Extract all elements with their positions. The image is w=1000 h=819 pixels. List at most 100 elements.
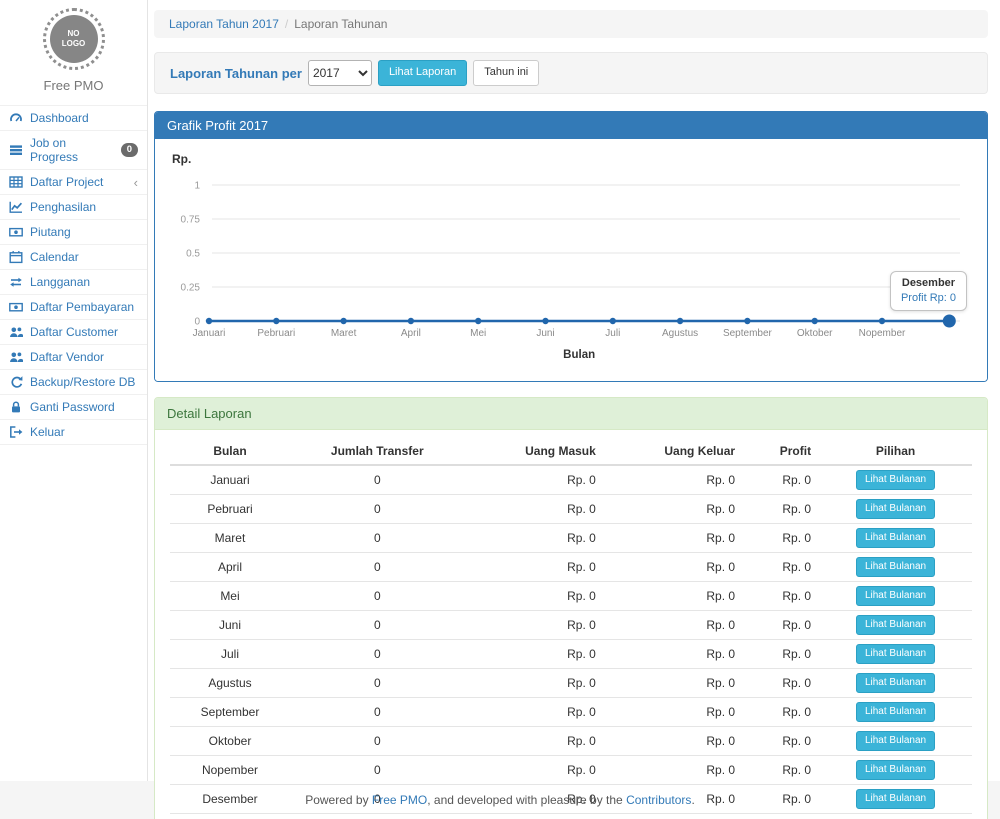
lihat-bulanan-button[interactable]: Lihat Bulanan xyxy=(856,615,935,635)
cell-uang_keluar: Rp. 0 xyxy=(604,814,743,819)
sidebar-item-backup-restore-db[interactable]: Backup/Restore DB xyxy=(0,370,147,395)
data-point-desember[interactable] xyxy=(943,315,956,328)
cell-profit: Rp. 0 xyxy=(743,582,819,611)
sidebar-item-piutang[interactable]: Piutang xyxy=(0,220,147,245)
cell-uang_masuk: Rp. 0 xyxy=(465,524,604,553)
cell-bulan: Oktober xyxy=(170,727,290,756)
data-point-oktober[interactable] xyxy=(812,318,818,324)
sidebar-item-label: Backup/Restore DB xyxy=(30,375,135,389)
cell-uang_keluar: Rp. 0 xyxy=(604,640,743,669)
cell-pilihan: Lihat Bulanan xyxy=(819,582,972,611)
sidebar-item-label: Daftar Customer xyxy=(30,325,118,339)
sidebar-item-label: Ganti Password xyxy=(30,400,115,414)
cell-uang_keluar: Rp. 0 xyxy=(604,582,743,611)
sidebar-item-daftar-vendor[interactable]: Daftar Vendor xyxy=(0,345,147,370)
cell-bulan: Juni xyxy=(170,611,290,640)
lihat-bulanan-button[interactable]: Lihat Bulanan xyxy=(856,760,935,780)
sidebar-menu-row: Ganti Password xyxy=(0,395,147,420)
sidebar-item-label: Langganan xyxy=(30,275,90,289)
lihat-bulanan-button[interactable]: Lihat Bulanan xyxy=(856,673,935,693)
cell-profit: Rp. 0 xyxy=(743,465,819,495)
sidebar-menu-row: Dashboard xyxy=(0,106,147,131)
data-point-agustus[interactable] xyxy=(677,318,683,324)
dashboard-icon xyxy=(9,111,23,125)
profit-chart-panel: Grafik Profit 2017 00.250.50.751JanuariP… xyxy=(154,111,988,382)
cell-jumlah_transfer: 0 xyxy=(290,465,465,495)
cell-jumlah_transfer: 0 xyxy=(290,611,465,640)
footer-text-middle: , and developed with pleasure by the xyxy=(427,793,626,807)
year-select[interactable]: 2017 xyxy=(308,60,372,86)
cell-profit: Rp. 0 xyxy=(743,727,819,756)
cell-pilihan: Lihat Bulanan xyxy=(819,495,972,524)
contributors-link[interactable]: Contributors xyxy=(626,793,691,807)
sidebar-item-langganan[interactable]: Langganan xyxy=(0,270,147,295)
data-point-mei[interactable] xyxy=(475,318,481,324)
cell-uang_masuk: Rp. 0 xyxy=(465,669,604,698)
cell-profit: Rp. 0 xyxy=(743,553,819,582)
data-point-juli[interactable] xyxy=(610,318,616,324)
lihat-bulanan-button[interactable]: Lihat Bulanan xyxy=(856,702,935,722)
sidebar-item-daftar-pembayaran[interactable]: Daftar Pembayaran xyxy=(0,295,147,320)
cell-profit: Rp. 0 xyxy=(743,756,819,785)
cell-bulan: Mei xyxy=(170,582,290,611)
page: NO LOGO Free PMO DashboardJob on Progres… xyxy=(0,0,1000,781)
sidebar-menu-row: Calendar xyxy=(0,245,147,270)
tahun-ini-button[interactable]: Tahun ini xyxy=(473,60,539,85)
x-tick-label: Januari xyxy=(193,328,226,339)
x-tick-label: Juni xyxy=(536,328,554,339)
table-row-oktober: Oktober0Rp. 0Rp. 0Rp. 0Lihat Bulanan xyxy=(170,727,972,756)
sidebar-item-daftar-customer[interactable]: Daftar Customer xyxy=(0,320,147,345)
cell-bulan: Juli xyxy=(170,640,290,669)
lihat-bulanan-button[interactable]: Lihat Bulanan xyxy=(856,731,935,751)
money-icon xyxy=(9,300,23,314)
cell-pilihan xyxy=(819,814,972,819)
sidebar-item-label: Penghasilan xyxy=(30,200,96,214)
sidebar-item-calendar[interactable]: Calendar xyxy=(0,245,147,270)
sidebar-item-dashboard[interactable]: Dashboard xyxy=(0,106,147,131)
sidebar-menu-row: Daftar Customer xyxy=(0,320,147,345)
cell-profit: Rp. 0 xyxy=(743,814,819,819)
sidebar-menu-row: Daftar Pembayaran xyxy=(0,295,147,320)
cell-uang_masuk: Rp. 0 xyxy=(465,814,604,819)
lihat-bulanan-button[interactable]: Lihat Bulanan xyxy=(856,644,935,664)
lihat-bulanan-button[interactable]: Lihat Bulanan xyxy=(856,557,935,577)
sidebar-item-ganti-password[interactable]: Ganti Password xyxy=(0,395,147,420)
data-point-september[interactable] xyxy=(744,318,750,324)
breadcrumb-separator: / xyxy=(285,17,288,31)
sidebar-item-daftar-project[interactable]: Daftar Project‹ xyxy=(0,170,147,195)
lihat-bulanan-button[interactable]: Lihat Bulanan xyxy=(856,499,935,519)
brand-block: NO LOGO Free PMO xyxy=(0,0,147,105)
col-header-uang-keluar: Uang Keluar xyxy=(604,438,743,465)
data-point-nopember[interactable] xyxy=(879,318,885,324)
sidebar-menu-row: Penghasilan xyxy=(0,195,147,220)
breadcrumb-link[interactable]: Laporan Tahun 2017 xyxy=(169,17,279,31)
cell-profit: Rp. 0 xyxy=(743,495,819,524)
breadcrumb-current: Laporan Tahunan xyxy=(294,17,387,31)
lihat-bulanan-button[interactable]: Lihat Bulanan xyxy=(856,528,935,548)
col-header-pilihan: Pilihan xyxy=(819,438,972,465)
data-point-pebruari[interactable] xyxy=(273,318,279,324)
lihat-bulanan-button[interactable]: Lihat Bulanan xyxy=(856,470,935,490)
cell-jumlah_transfer: 0 xyxy=(290,553,465,582)
free-pmo-link[interactable]: Free PMO xyxy=(372,793,427,807)
sidebar-menu-row: Backup/Restore DB xyxy=(0,370,147,395)
lihat-bulanan-button[interactable]: Lihat Bulanan xyxy=(856,586,935,606)
line-chart-icon xyxy=(9,200,23,214)
table-row-september: September0Rp. 0Rp. 0Rp. 0Lihat Bulanan xyxy=(170,698,972,727)
data-point-juni[interactable] xyxy=(542,318,548,324)
profit-chart-canvas[interactable]: 00.250.50.751JanuariPebruariMaretAprilMe… xyxy=(170,149,972,364)
sidebar-item-penghasilan[interactable]: Penghasilan xyxy=(0,195,147,220)
lock-icon xyxy=(9,400,23,414)
data-point-april[interactable] xyxy=(408,318,414,324)
tasks-icon xyxy=(9,143,23,157)
lihat-bulanan-button[interactable]: Lihat Bulanan xyxy=(856,789,935,809)
cell-uang_keluar: Rp. 0 xyxy=(604,756,743,785)
lihat-laporan-button[interactable]: Lihat Laporan xyxy=(378,60,467,85)
data-point-januari[interactable] xyxy=(206,318,212,324)
cell-profit: Rp. 0 xyxy=(743,611,819,640)
data-point-maret[interactable] xyxy=(340,318,346,324)
sidebar-item-job-on-progress[interactable]: Job on Progress0 xyxy=(0,131,147,170)
table-row-mei: Mei0Rp. 0Rp. 0Rp. 0Lihat Bulanan xyxy=(170,582,972,611)
breadcrumb: Laporan Tahun 2017 / Laporan Tahunan xyxy=(154,10,988,38)
sidebar-item-keluar[interactable]: Keluar xyxy=(0,420,147,445)
